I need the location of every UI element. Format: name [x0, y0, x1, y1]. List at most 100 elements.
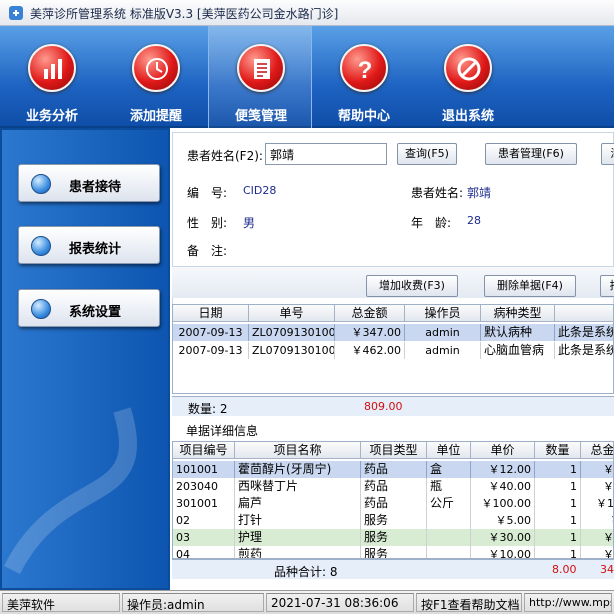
sidebar-item-dot-icon — [31, 236, 51, 256]
table-cell: 藿茴醇片(牙周宁) — [235, 461, 361, 478]
column-header[interactable]: 单价 — [471, 442, 535, 459]
table-cell: 服务 — [361, 512, 427, 529]
table-cell: 此条是系统 — [555, 324, 613, 341]
status-company: 美萍软件 — [2, 593, 120, 612]
table-cell: 服务 — [361, 546, 427, 558]
sidebar-item-system-settings[interactable]: 系统设置 — [18, 289, 160, 327]
table-cell — [427, 512, 471, 529]
table-row[interactable]: 02 打针 服务 ￥5.00 1 ￥ — [173, 512, 613, 529]
table-cell: 203040 — [173, 478, 235, 495]
table-cell: 1 — [535, 495, 581, 512]
gender-label: 性 别: — [187, 216, 228, 230]
status-help: 按F1查看帮助文档 — [416, 593, 522, 612]
add-button[interactable]: 添 — [601, 143, 614, 165]
column-header[interactable]: 项目类型 — [361, 442, 427, 459]
table-cell: 西咪替丁片 — [235, 478, 361, 495]
table-cell: ￥10 — [581, 495, 613, 512]
table-cell: 药品 — [361, 461, 427, 478]
table-cell: admin — [405, 324, 481, 341]
table-cell: 打针 — [235, 512, 361, 529]
column-header[interactable]: 项目编号 — [173, 442, 235, 459]
sidebar-item-dot-icon — [31, 299, 51, 319]
table-row[interactable]: 301001 扁芦 药品 公斤 ￥100.00 1 ￥10 — [173, 495, 613, 512]
table-cell: ￥10.00 — [471, 546, 535, 558]
column-header[interactable]: 单号 — [249, 305, 335, 322]
table-row[interactable]: 2007-09-13 ZL070913010002 ￥462.00 admin … — [173, 342, 613, 359]
svg-text:?: ? — [358, 57, 373, 83]
toolbar-exit-system[interactable]: 退出系统 — [416, 26, 520, 128]
sidebar-item-report-statistics[interactable]: 报表统计 — [18, 226, 160, 264]
patient-search-input[interactable] — [265, 143, 387, 165]
column-header[interactable]: 操作员 — [405, 305, 481, 322]
table-cell: 2007-09-13 — [173, 342, 249, 359]
table-cell: ￥ — [581, 512, 613, 529]
table-row[interactable]: 2007-09-13 ZL070913010003 ￥347.00 admin … — [173, 324, 613, 341]
toolbar-notes-management[interactable]: 便笺管理 — [208, 26, 312, 128]
table-row[interactable]: 04 煎药 服务 ￥10.00 1 ￥1 — [173, 546, 613, 558]
table-cell: 药品 — [361, 478, 427, 495]
details-header: 单据详细信息 — [172, 418, 614, 440]
sidebar: 患者接待 报表统计 系统设置 — [0, 128, 170, 590]
question-icon: ? — [340, 44, 388, 92]
table-cell: 1 — [535, 478, 581, 495]
print-button[interactable]: 打 — [600, 275, 614, 297]
table-row[interactable]: 203040 西咪替丁片 药品 瓶 ￥40.00 1 ￥4 — [173, 478, 613, 495]
sidebar-item-patient-reception[interactable]: 患者接待 — [18, 164, 160, 202]
table-cell: ￥1 — [581, 546, 613, 558]
gender-value: 男 — [243, 216, 256, 230]
table-row[interactable]: 03 护理 服务 ￥30.00 1 ￥3 — [173, 529, 613, 546]
status-url: http://www.mps — [524, 593, 612, 612]
sidebar-item-label: 患者接待 — [69, 180, 122, 195]
toolbar-help-center[interactable]: ? 帮助中心 — [312, 26, 416, 128]
column-header[interactable]: 单位 — [427, 442, 471, 459]
table-cell: 02 — [173, 512, 235, 529]
table-cell: 默认病种 — [481, 324, 555, 341]
query-button[interactable]: 查询(F5) — [397, 143, 457, 165]
age-value: 28 — [467, 214, 481, 227]
id-label: 编 号: — [187, 186, 228, 200]
age-label: 年 龄: — [411, 216, 452, 230]
toolbar-business-analysis[interactable]: 业务分析 — [0, 26, 104, 128]
table-cell: 1 — [535, 512, 581, 529]
add-charge-button[interactable]: 增加收费(F3) — [366, 275, 458, 297]
toolbar: 业务分析 添加提醒 便笺管理 ? 帮助中心 退出系统 — [0, 26, 614, 128]
column-header[interactable]: 病种类型 — [481, 305, 555, 322]
details-title: 单据详细信息 — [186, 424, 259, 438]
table-cell: ￥3 — [581, 529, 613, 546]
bar-chart-icon — [28, 44, 76, 92]
column-header[interactable]: 总金 — [581, 442, 613, 459]
toolbar-add-reminder[interactable]: 添加提醒 — [104, 26, 208, 128]
table-cell: 公斤 — [427, 495, 471, 512]
bills-summary-bar: 数量: 2 809.00 — [172, 396, 614, 416]
toolbar-label: 业务分析 — [25, 109, 78, 124]
column-header[interactable]: 总金额 — [335, 305, 405, 322]
title-bar: 美萍诊所管理系统 标准版V3.3 [美萍医药公司金水路门诊] — [0, 0, 614, 26]
table-cell: 药品 — [361, 495, 427, 512]
bills-toolbar: 增加收费(F3) 删除单据(F4) 打 — [172, 266, 614, 298]
column-header[interactable]: 数量 — [535, 442, 581, 459]
table-cell: 煎药 — [235, 546, 361, 558]
status-operator: 操作员:admin — [122, 593, 264, 612]
column-header[interactable]: 日期 — [173, 305, 249, 322]
prohibited-icon — [444, 44, 492, 92]
table-cell: 04 — [173, 546, 235, 558]
column-header[interactable] — [555, 305, 613, 322]
table-cell: 301001 — [173, 495, 235, 512]
table-cell: ￥1 — [581, 461, 613, 478]
table-cell: ￥4 — [581, 478, 613, 495]
id-value: CID28 — [243, 184, 277, 197]
clock-icon — [132, 44, 180, 92]
details-summary-total: 34 — [600, 563, 614, 576]
patient-management-button[interactable]: 患者管理(F6) — [485, 143, 577, 165]
table-row[interactable]: 101001 藿茴醇片(牙周宁) 药品 盒 ￥12.00 1 ￥1 — [173, 461, 613, 478]
bills-table: 日期 单号 总金额 操作员 病种类型 2007-09-13 ZL07091301… — [172, 304, 614, 394]
bills-total: 809.00 — [364, 400, 403, 413]
details-table: 项目编号 项目名称 项目类型 单位 单价 数量 总金 101001 藿茴醇片(牙… — [172, 441, 614, 559]
column-header[interactable]: 项目名称 — [235, 442, 361, 459]
table-cell: 瓶 — [427, 478, 471, 495]
details-summary-label: 品种合计: 8 — [274, 565, 338, 579]
table-cell: 1 — [535, 546, 581, 558]
delete-bill-button[interactable]: 删除单据(F4) — [484, 275, 576, 297]
table-cell: ￥100.00 — [471, 495, 535, 512]
table-cell: ￥12.00 — [471, 461, 535, 478]
